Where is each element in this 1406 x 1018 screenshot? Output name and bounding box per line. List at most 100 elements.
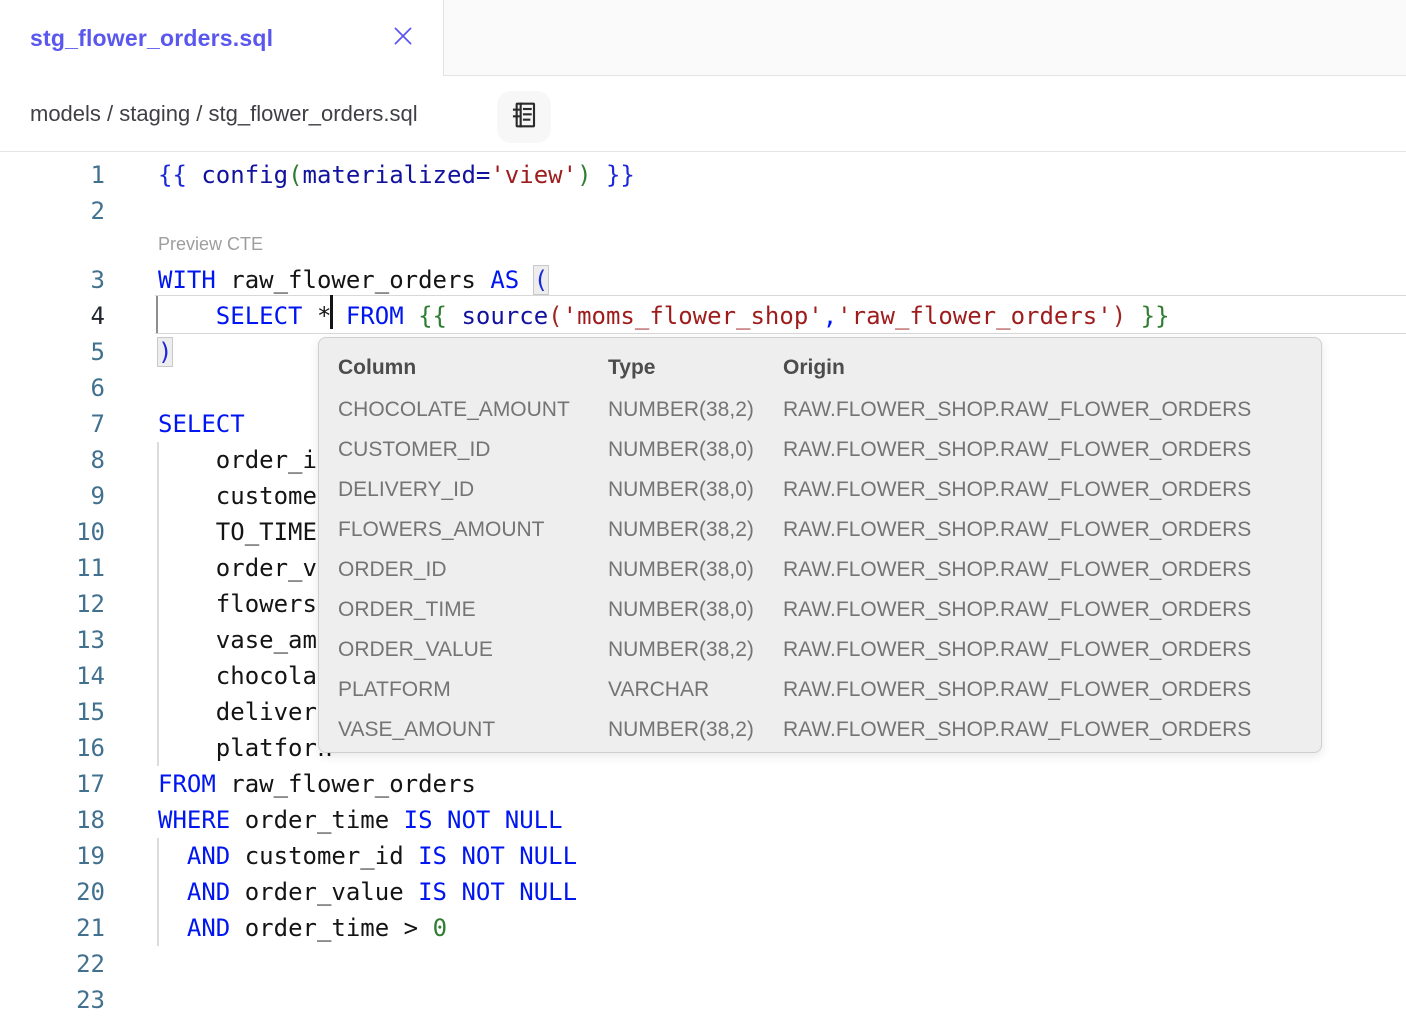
code-text: platfor‥ bbox=[158, 730, 333, 766]
popup-table-row: VASE_AMOUNTNUMBER(38,2)RAW.FLOWER_SHOP.R… bbox=[338, 710, 1321, 750]
line-number: 22 bbox=[0, 946, 105, 982]
popup-cell: RAW.FLOWER_SHOP.RAW_FLOWER_ORDERS bbox=[783, 478, 1321, 502]
tab-bar: stg_flower_orders.sql bbox=[0, 0, 1406, 76]
close-icon bbox=[389, 22, 417, 55]
code-line[interactable]: 4 SELECT * FROM {{ source('moms_flower_s… bbox=[0, 298, 1406, 334]
popup-table-row: ORDER_IDNUMBER(38,0)RAW.FLOWER_SHOP.RAW_… bbox=[338, 550, 1321, 590]
popup-table-row: CUSTOMER_IDNUMBER(38,0)RAW.FLOWER_SHOP.R… bbox=[338, 430, 1321, 470]
popup-cell: RAW.FLOWER_SHOP.RAW_FLOWER_ORDERS bbox=[783, 518, 1321, 542]
line-number: 2 bbox=[0, 193, 105, 229]
code-text: flowers bbox=[158, 586, 317, 622]
line-number: 1 bbox=[0, 157, 105, 193]
code-text: FROM raw_flower_orders bbox=[158, 766, 476, 802]
line-number: 5 bbox=[0, 334, 105, 370]
codelens-preview-cte[interactable]: Preview CTE bbox=[158, 229, 263, 262]
popup-cell: RAW.FLOWER_SHOP.RAW_FLOWER_ORDERS bbox=[783, 678, 1321, 702]
popup-cell: RAW.FLOWER_SHOP.RAW_FLOWER_ORDERS bbox=[783, 638, 1321, 662]
line-number: 18 bbox=[0, 802, 105, 838]
tab-title: stg_flower_orders.sql bbox=[30, 25, 273, 52]
line-number: 4 bbox=[0, 298, 105, 334]
line-number: 7 bbox=[0, 406, 105, 442]
code-line[interactable]: 22 bbox=[0, 946, 1406, 982]
breadcrumb[interactable]: models / staging / stg_flower_orders.sql bbox=[30, 76, 418, 151]
code-text: WHERE order_time IS NOT NULL bbox=[158, 802, 563, 838]
popup-table-row: FLOWERS_AMOUNTNUMBER(38,2)RAW.FLOWER_SHO… bbox=[338, 510, 1321, 550]
popup-cell: RAW.FLOWER_SHOP.RAW_FLOWER_ORDERS bbox=[783, 438, 1321, 462]
line-number: 23 bbox=[0, 982, 105, 1018]
code-text: AND order_time > 0 bbox=[158, 910, 447, 946]
popup-cell: NUMBER(38,0) bbox=[608, 598, 783, 622]
popup-cell: NUMBER(38,2) bbox=[608, 638, 783, 662]
popup-column-header: Column bbox=[338, 356, 608, 380]
popup-cell: VASE_AMOUNT bbox=[338, 718, 608, 742]
popup-table-row: CHOCOLATE_AMOUNTNUMBER(38,2)RAW.FLOWER_S… bbox=[338, 390, 1321, 430]
popup-cell: FLOWERS_AMOUNT bbox=[338, 518, 608, 542]
code-line[interactable]: 17FROM raw_flower_orders bbox=[0, 766, 1406, 802]
code-text: WITH raw_flower_orders AS ( bbox=[158, 262, 548, 298]
popup-cell: NUMBER(38,0) bbox=[608, 478, 783, 502]
line-number: 21 bbox=[0, 910, 105, 946]
line-number: 9 bbox=[0, 478, 105, 514]
tab-close-button[interactable] bbox=[380, 0, 426, 76]
notebook-icon bbox=[508, 99, 540, 136]
code-line[interactable]: 2 bbox=[0, 193, 1406, 229]
code-line[interactable]: 3 WITH raw_flower_orders AS ( bbox=[0, 262, 1406, 298]
popup-table-row: ORDER_VALUENUMBER(38,2)RAW.FLOWER_SHOP.R… bbox=[338, 630, 1321, 670]
popup-cell: NUMBER(38,0) bbox=[608, 438, 783, 462]
popup-cell: PLATFORM bbox=[338, 678, 608, 702]
popup-cell: CHOCOLATE_AMOUNT bbox=[338, 398, 608, 422]
popup-cell: RAW.FLOWER_SHOP.RAW_FLOWER_ORDERS bbox=[783, 718, 1321, 742]
tab-bar-empty-area bbox=[443, 0, 1406, 76]
breadcrumb-row: models / staging / stg_flower_orders.sql bbox=[0, 76, 1406, 151]
code-text: order_i bbox=[158, 442, 317, 478]
code-line[interactable]: 23 bbox=[0, 982, 1406, 1018]
line-number: 13 bbox=[0, 622, 105, 658]
code-line[interactable]: 19 AND customer_id IS NOT NULL bbox=[0, 838, 1406, 874]
code-text: TO_TIME bbox=[158, 514, 317, 550]
popup-column-header: Origin bbox=[783, 356, 1321, 380]
code-text: AND order_value IS NOT NULL bbox=[158, 874, 577, 910]
code-text: vase_am bbox=[158, 622, 317, 658]
popup-table-row: PLATFORMVARCHARRAW.FLOWER_SHOP.RAW_FLOWE… bbox=[338, 670, 1321, 710]
popup-header-row: ColumnTypeOrigin bbox=[338, 346, 1321, 390]
line-number: 6 bbox=[0, 370, 105, 406]
code-text: order_v bbox=[158, 550, 317, 586]
popup-cell: CUSTOMER_ID bbox=[338, 438, 608, 462]
code-line[interactable]: 1 {{ config(materialized='view') }} bbox=[0, 157, 1406, 193]
code-line[interactable]: 18 WHERE order_time IS NOT NULL bbox=[0, 802, 1406, 838]
popup-table-row: ORDER_TIMENUMBER(38,0)RAW.FLOWER_SHOP.RA… bbox=[338, 590, 1321, 630]
popup-cell: NUMBER(38,2) bbox=[608, 718, 783, 742]
column-preview-popup: ColumnTypeOrigin CHOCOLATE_AMOUNTNUMBER(… bbox=[318, 337, 1322, 753]
popup-cell: RAW.FLOWER_SHOP.RAW_FLOWER_ORDERS bbox=[783, 598, 1321, 622]
line-number: 19 bbox=[0, 838, 105, 874]
popup-cell: RAW.FLOWER_SHOP.RAW_FLOWER_ORDERS bbox=[783, 398, 1321, 422]
code-text: {{ config(materialized='view') }} bbox=[158, 157, 635, 193]
popup-cell: NUMBER(38,2) bbox=[608, 518, 783, 542]
code-line[interactable]: 21 AND order_time > 0 bbox=[0, 910, 1406, 946]
popup-column-header: Type bbox=[608, 356, 783, 380]
line-number: 16 bbox=[0, 730, 105, 766]
line-number: 12 bbox=[0, 586, 105, 622]
line-number: 14 bbox=[0, 658, 105, 694]
popup-cell: VARCHAR bbox=[608, 678, 783, 702]
popup-cell: ORDER_ID bbox=[338, 558, 608, 582]
code-text: custome bbox=[158, 478, 317, 514]
code-text: ) bbox=[158, 334, 172, 370]
tab-stg-flower-orders[interactable]: stg_flower_orders.sql bbox=[0, 0, 443, 76]
popup-rows: CHOCOLATE_AMOUNTNUMBER(38,2)RAW.FLOWER_S… bbox=[338, 390, 1321, 750]
code-text: SELECT bbox=[158, 406, 245, 442]
popup-cell: ORDER_VALUE bbox=[338, 638, 608, 662]
line-number: 20 bbox=[0, 874, 105, 910]
file-context-button[interactable] bbox=[497, 91, 551, 143]
line-number: 3 bbox=[0, 262, 105, 298]
popup-table-row: DELIVERY_IDNUMBER(38,0)RAW.FLOWER_SHOP.R… bbox=[338, 470, 1321, 510]
code-text: chocola bbox=[158, 658, 317, 694]
popup-cell: RAW.FLOWER_SHOP.RAW_FLOWER_ORDERS bbox=[783, 558, 1321, 582]
code-line[interactable]: 20 AND order_value IS NOT NULL bbox=[0, 874, 1406, 910]
popup-cell: DELIVERY_ID bbox=[338, 478, 608, 502]
popup-cell: NUMBER(38,2) bbox=[608, 398, 783, 422]
popup-cell: NUMBER(38,0) bbox=[608, 558, 783, 582]
popup-cell: ORDER_TIME bbox=[338, 598, 608, 622]
line-number: 11 bbox=[0, 550, 105, 586]
code-text: SELECT * FROM {{ source('moms_flower_sho… bbox=[158, 298, 1170, 334]
